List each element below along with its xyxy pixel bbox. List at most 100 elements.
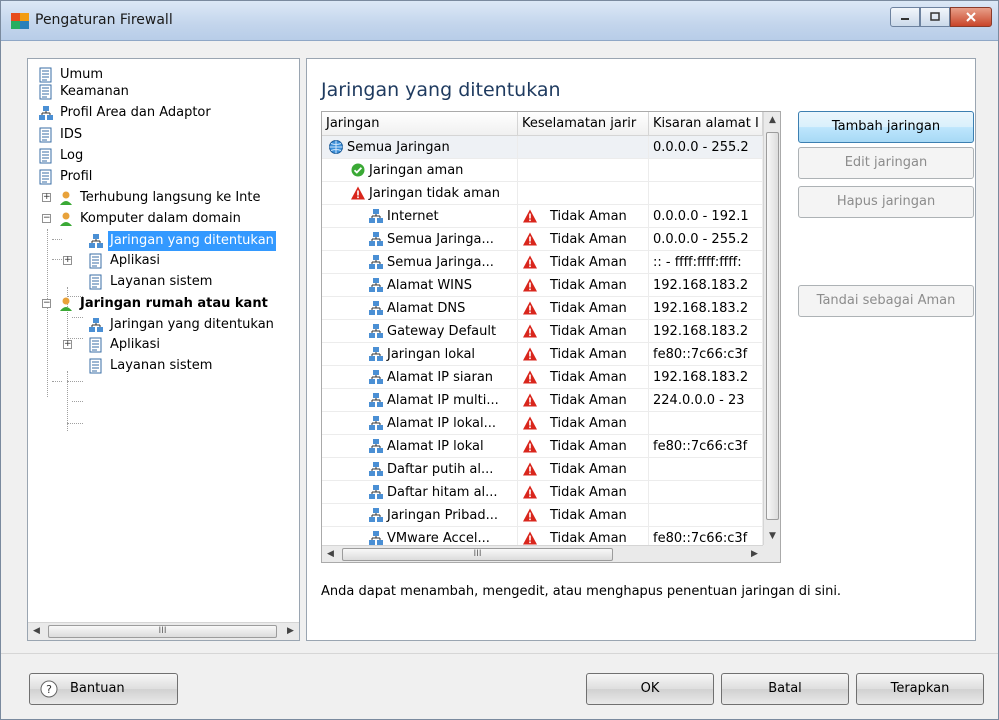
title-bar[interactable]: Pengaturan Firewall xyxy=(1,1,998,41)
table-row[interactable]: Jaringan Pribad... Tidak Aman xyxy=(322,504,763,527)
cell-safety: Tidak Aman xyxy=(518,320,649,343)
tree-item-layanan-sistem-2[interactable]: Layanan sistem xyxy=(88,356,214,376)
scroll-right-icon[interactable]: ▶ xyxy=(282,623,299,640)
scroll-down-icon[interactable]: ▼ xyxy=(764,528,780,545)
ok-button[interactable]: OK xyxy=(586,673,714,705)
address-range: fe80::7c66:c3f xyxy=(653,346,748,362)
table-row[interactable]: Alamat IP multi... Tidak Aman 224.0.0.0 - … xyxy=(322,389,763,412)
cell-address-range: fe80::7c66:c3f xyxy=(649,343,763,366)
tree-item-profil-area[interactable]: Profil Area dan Adaptor xyxy=(38,103,213,123)
tree-item-jaringan-rumah[interactable]: Jaringan rumah atau kant xyxy=(58,294,270,314)
user-icon xyxy=(60,191,72,205)
scrollbar-thumb[interactable]: III xyxy=(48,625,277,638)
table-row[interactable]: Jaringan aman xyxy=(322,159,763,182)
tree-item-aplikasi-2[interactable]: Aplikasi xyxy=(88,335,162,355)
address-range: 0.0.0.0 - 255.2 xyxy=(653,231,749,247)
warning-icon xyxy=(523,301,537,315)
tree-item-log[interactable]: Log xyxy=(38,146,85,166)
column-header-kisaran[interactable]: Kisaran alamat I xyxy=(649,112,763,136)
document-icon xyxy=(39,127,52,143)
cell-network-name: Gateway Default xyxy=(322,320,518,343)
apply-button[interactable]: Terapkan xyxy=(856,673,984,705)
table-row[interactable]: Alamat IP lokal Tidak Aman fe80::7c66:c3f xyxy=(322,435,763,458)
address-range: 192.168.183.2 xyxy=(653,369,749,385)
safety-status: Tidak Aman xyxy=(550,484,627,500)
table-row[interactable]: Alamat IP lokal... Tidak Aman xyxy=(322,412,763,435)
warning-icon xyxy=(523,531,537,545)
cell-safety xyxy=(518,136,649,159)
table-row[interactable]: Daftar hitam al... Tidak Aman xyxy=(322,481,763,504)
address-range: 192.168.183.2 xyxy=(653,323,749,339)
warning-icon xyxy=(523,370,537,384)
expand-toggle[interactable]: + xyxy=(63,340,72,349)
collapse-toggle[interactable]: − xyxy=(42,299,51,308)
firewall-settings-window: Pengaturan Firewall Umum Keamanan Profil… xyxy=(0,0,999,720)
network-icon xyxy=(369,370,383,384)
safety-status: Tidak Aman xyxy=(550,461,627,477)
network-name: Alamat IP siaran xyxy=(387,369,494,385)
tree-item-jaringan-ditentukan-selected[interactable]: Jaringan yang ditentukan xyxy=(88,231,276,251)
scrollbar-thumb[interactable]: III xyxy=(342,548,613,561)
help-button[interactable]: ? Bantuan xyxy=(29,673,178,705)
maximize-button[interactable] xyxy=(920,7,950,27)
cell-network-name: Jaringan lokal xyxy=(322,343,518,366)
address-range: fe80::7c66:c3f xyxy=(653,438,748,454)
tree-item-label: Layanan sistem xyxy=(110,274,213,289)
scrollbar-thumb[interactable] xyxy=(766,132,779,520)
network-name: Alamat DNS xyxy=(387,300,466,316)
table-row[interactable]: Alamat DNS Tidak Aman 192.168.183.2 xyxy=(322,297,763,320)
table-vertical-scrollbar[interactable]: ▲ ▼ xyxy=(763,112,780,545)
tree-item-komputer-domain[interactable]: Komputer dalam domain xyxy=(58,209,243,229)
scroll-corner xyxy=(763,545,780,562)
scroll-left-icon[interactable]: ◀ xyxy=(322,546,339,562)
tree-item-aplikasi[interactable]: Aplikasi xyxy=(88,251,162,271)
cell-address-range xyxy=(649,159,763,182)
mark-safe-button[interactable]: Tandai sebagai Aman xyxy=(798,285,974,317)
safety-status: Tidak Aman xyxy=(550,277,627,293)
table-row[interactable]: Daftar putih al... Tidak Aman xyxy=(322,458,763,481)
network-icon xyxy=(369,301,383,315)
tree-horizontal-scrollbar[interactable]: ◀ III ▶ xyxy=(28,622,299,640)
expand-toggle[interactable]: + xyxy=(42,193,51,202)
tree-item-profil[interactable]: Profil xyxy=(38,167,94,187)
table-row[interactable]: Jaringan lokal Tidak Aman fe80::7c66:c3f xyxy=(322,343,763,366)
table-horizontal-scrollbar[interactable]: ◀ III ▶ xyxy=(322,545,763,562)
scroll-up-icon[interactable]: ▲ xyxy=(764,112,780,129)
scroll-right-icon[interactable]: ▶ xyxy=(746,546,763,562)
cell-safety: Tidak Aman xyxy=(518,412,649,435)
table-row[interactable]: Jaringan tidak aman xyxy=(322,182,763,205)
cell-safety: Tidak Aman xyxy=(518,458,649,481)
table-row[interactable]: Alamat IP siaran Tidak Aman 192.168.183.2 xyxy=(322,366,763,389)
safety-status: Tidak Aman xyxy=(550,438,627,454)
table-row[interactable]: Internet Tidak Aman 0.0.0.0 - 192.1 xyxy=(322,205,763,228)
tree-item-jaringan-ditentukan-2[interactable]: Jaringan yang ditentukan xyxy=(88,315,276,335)
tree-item-layanan-sistem[interactable]: Layanan sistem xyxy=(88,272,214,292)
cell-network-name: Alamat IP lokal... xyxy=(322,412,518,435)
table-row[interactable]: Semua Jaringa... Tidak Aman 0.0.0.0 - 255.… xyxy=(322,228,763,251)
edit-network-button[interactable]: Edit jaringan xyxy=(798,147,974,179)
tree-item-keamanan[interactable]: Keamanan xyxy=(38,82,131,102)
document-icon xyxy=(89,358,102,374)
scroll-left-icon[interactable]: ◀ xyxy=(28,623,45,640)
cancel-button[interactable]: Batal xyxy=(721,673,849,705)
warning-icon xyxy=(523,393,537,407)
cell-network-name: Alamat IP multi... xyxy=(322,389,518,412)
expand-toggle[interactable]: + xyxy=(63,256,72,265)
collapse-toggle[interactable]: − xyxy=(42,214,51,223)
column-header-keselamatan[interactable]: Keselamatan jarir xyxy=(518,112,649,136)
table-row[interactable]: Semua Jaringan 0.0.0.0 - 255.2 xyxy=(322,136,763,159)
safety-status: Tidak Aman xyxy=(550,231,627,247)
network-name: Alamat IP multi... xyxy=(387,392,499,408)
tree-item-terhubung[interactable]: Terhubung langsung ke Inte xyxy=(58,188,263,208)
delete-network-button[interactable]: Hapus jaringan xyxy=(798,186,974,218)
table-row[interactable]: Alamat WINS Tidak Aman 192.168.183.2 xyxy=(322,274,763,297)
column-header-jaringan[interactable]: Jaringan xyxy=(322,112,518,136)
window-title: Pengaturan Firewall xyxy=(35,12,173,28)
table-row[interactable]: Gateway Default Tidak Aman 192.168.183.2 xyxy=(322,320,763,343)
table-row[interactable]: Semua Jaringa... Tidak Aman:: - ffff:ffff… xyxy=(322,251,763,274)
minimize-button[interactable] xyxy=(890,7,920,27)
tree-item-ids[interactable]: IDS xyxy=(38,125,84,145)
page-title: Jaringan yang ditentukan xyxy=(321,79,561,101)
add-network-button[interactable]: Tambah jaringan xyxy=(798,111,974,143)
close-button[interactable] xyxy=(950,7,992,27)
